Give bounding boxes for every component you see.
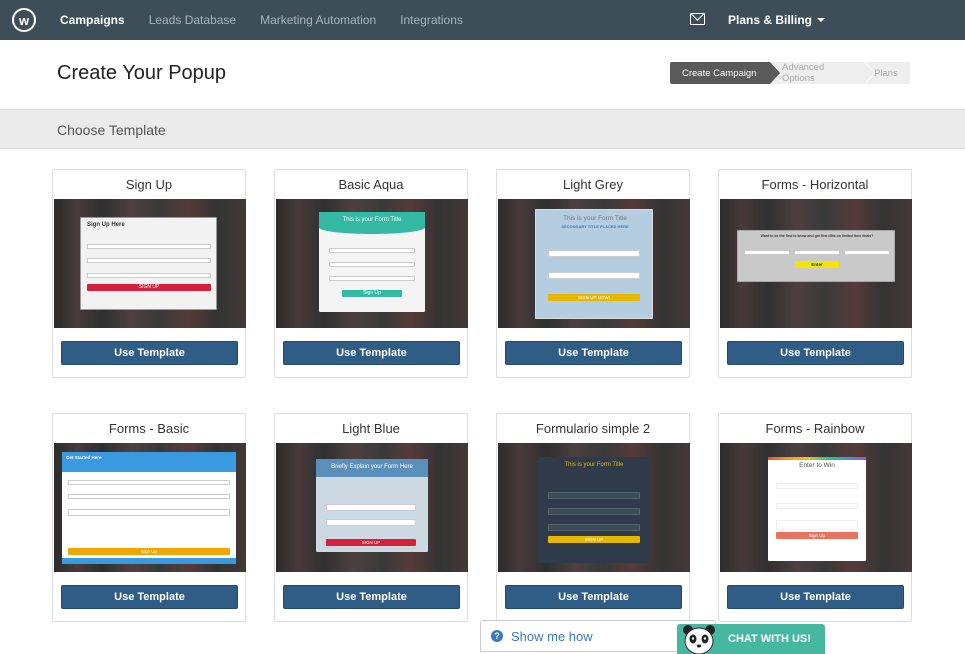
- use-template-button[interactable]: Use Template: [61, 341, 238, 365]
- template-preview[interactable]: Want to be the first to know and get fir…: [720, 199, 912, 328]
- nav-marketing-automation[interactable]: Marketing Automation: [260, 13, 376, 27]
- template-title: Forms - Basic: [108, 421, 190, 436]
- nav-integrations[interactable]: Integrations: [400, 13, 463, 27]
- template-card-forms-basic: Forms - Basic Get Started Here Sign Up U…: [52, 413, 246, 622]
- mockup-title: Enter to Win: [799, 462, 835, 469]
- mockup-title: This is your Form Title: [564, 462, 624, 468]
- template-card-forms-rainbow: Forms - Rainbow Enter to Win Sign Up Use…: [718, 413, 912, 622]
- template-title: Light Blue: [342, 421, 400, 436]
- mockup-button: Enter: [795, 261, 839, 268]
- template-preview[interactable]: Sign Up Here SIGN UP: [54, 199, 246, 328]
- template-preview[interactable]: This is your Form Title SECONDARY TITLE …: [498, 199, 690, 328]
- mockup-title: Want to be the first to know and get fir…: [760, 234, 874, 238]
- page-title: Create Your Popup: [57, 62, 227, 84]
- use-template-button[interactable]: Use Template: [283, 341, 460, 365]
- chat-label: CHAT WITH US!: [728, 633, 811, 645]
- choose-template-bar: Choose Template: [0, 109, 965, 149]
- mockup-button: SIGN UP: [87, 284, 211, 291]
- nav-leads-database[interactable]: Leads Database: [149, 13, 236, 27]
- template-preview[interactable]: This is your Form Title Sign Up: [276, 199, 468, 328]
- popup-mockup: Enter to Win Sign Up: [768, 457, 866, 561]
- nav-campaigns[interactable]: Campaigns: [60, 13, 125, 27]
- help-icon: ?: [491, 630, 503, 642]
- template-preview[interactable]: Get Started Here Sign Up: [54, 443, 246, 572]
- template-title: Sign Up: [125, 177, 173, 192]
- logo[interactable]: w: [12, 8, 36, 32]
- mail-icon[interactable]: [690, 13, 705, 25]
- popup-mockup: Sign Up Here SIGN UP: [80, 217, 217, 310]
- template-preview[interactable]: Enter to Win Sign Up: [720, 443, 912, 572]
- template-card-sign-up: Sign Up Sign Up Here SIGN UP Use Templat…: [52, 169, 246, 378]
- mockup-title: Briefly Explain your Form Here: [331, 464, 413, 470]
- mockup-title: This is your Form Title: [342, 217, 402, 223]
- mockup-subtitle: SECONDARY TITLE PLACED HERE: [561, 224, 629, 229]
- template-title: Basic Aqua: [338, 177, 404, 192]
- mockup-title: This is your Form Title: [563, 215, 627, 222]
- plans-billing-menu[interactable]: Plans & Billing: [728, 0, 826, 40]
- template-preview[interactable]: Briefly Explain your Form Here SIGN UP: [276, 443, 468, 572]
- popup-mockup: This is your Form Title SECONDARY TITLE …: [535, 209, 653, 319]
- template-preview[interactable]: This is your Form Title SIGN UP: [498, 443, 690, 572]
- template-card-light-blue: Light Blue Briefly Explain your Form Her…: [274, 413, 468, 622]
- popup-mockup: Get Started Here Sign Up: [62, 452, 236, 564]
- mockup-title: Get Started Here: [66, 455, 102, 460]
- panda-icon: [683, 625, 715, 654]
- template-card-forms-horizontal: Forms - Horizontal Want to be the first …: [718, 169, 912, 378]
- popup-mockup: This is your Form Title Sign Up: [319, 212, 425, 312]
- mockup-button: Sign Up: [68, 548, 230, 555]
- step-advanced-options[interactable]: Advanced Options: [770, 62, 875, 84]
- template-title: Forms - Horizontal: [761, 177, 869, 192]
- use-template-button[interactable]: Use Template: [727, 341, 904, 365]
- step-create-campaign[interactable]: Create Campaign: [670, 62, 780, 84]
- progress-steps: Create Campaign Advanced Options Plans: [670, 62, 910, 84]
- plans-billing-label: Plans & Billing: [728, 13, 813, 27]
- template-title: Light Grey: [563, 177, 623, 192]
- template-card-basic-aqua: Basic Aqua This is your Form Title Sign …: [274, 169, 468, 378]
- show-me-how-label: Show me how: [511, 628, 593, 644]
- popup-mockup: This is your Form Title SIGN UP: [538, 457, 650, 563]
- section-title: Choose Template: [57, 122, 166, 138]
- template-card-light-grey: Light Grey This is your Form Title SECON…: [496, 169, 690, 378]
- use-template-button[interactable]: Use Template: [283, 585, 460, 609]
- chevron-down-icon: [817, 18, 826, 22]
- mockup-button: SIGN UP: [326, 539, 416, 546]
- mockup-title: Sign Up Here: [87, 222, 125, 228]
- mockup-button: SIGN UP: [548, 536, 640, 543]
- popup-mockup: Want to be the first to know and get fir…: [737, 230, 895, 282]
- template-title: Formulario simple 2: [535, 421, 651, 436]
- popup-mockup: Briefly Explain your Form Here SIGN UP: [316, 459, 428, 552]
- use-template-button[interactable]: Use Template: [727, 585, 904, 609]
- mockup-button: Sign Up: [342, 290, 402, 297]
- top-navbar: w Campaigns Leads Database Marketing Aut…: [0, 0, 965, 40]
- nav-links: Campaigns Leads Database Marketing Autom…: [60, 0, 487, 40]
- template-card-formulario-simple-2: Formulario simple 2 This is your Form Ti…: [496, 413, 690, 622]
- use-template-button[interactable]: Use Template: [61, 585, 238, 609]
- use-template-button[interactable]: Use Template: [505, 341, 682, 365]
- template-title: Forms - Rainbow: [765, 421, 865, 436]
- mockup-button: SIGN UP NOW!: [548, 294, 640, 301]
- use-template-button[interactable]: Use Template: [505, 585, 682, 609]
- mockup-button: Sign Up: [776, 532, 858, 539]
